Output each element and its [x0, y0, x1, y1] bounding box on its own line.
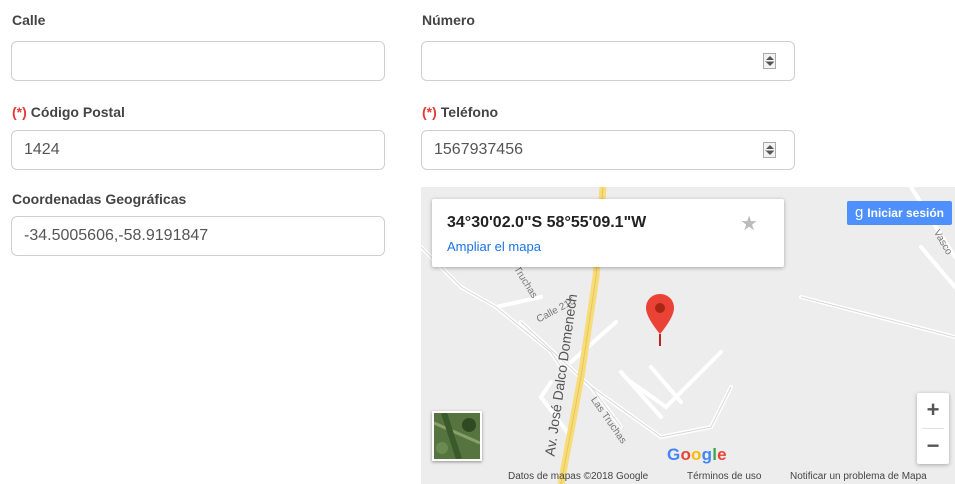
satellite-thumbnail[interactable] — [432, 411, 482, 461]
ampliar-mapa-link[interactable]: Ampliar el mapa — [447, 239, 541, 254]
numero-stepper[interactable] — [763, 53, 776, 69]
calle-input[interactable] — [11, 41, 385, 81]
codigo-postal-input[interactable]: 1424 — [11, 130, 385, 170]
calle-label: Calle — [12, 12, 46, 28]
numero-input[interactable] — [421, 41, 795, 81]
star-icon[interactable]: ★ — [740, 211, 758, 236]
numero-label: Número — [422, 12, 475, 28]
place-info-card: 34°30'02.0"S 58°55'09.1"W Ampliar el map… — [432, 199, 784, 267]
telefono-stepper[interactable] — [763, 142, 776, 158]
zoom-out-button[interactable]: − — [917, 429, 949, 464]
stepper-up-icon[interactable] — [766, 145, 774, 149]
required-mark: (*) — [12, 104, 27, 120]
telefono-label: (*) Teléfono — [422, 104, 499, 120]
google-g-icon: g — [854, 204, 864, 221]
zoom-in-button[interactable]: + — [917, 393, 949, 428]
terms-link[interactable]: Términos de uso — [687, 471, 761, 482]
coordenadas-label: Coordenadas Geográficas — [12, 191, 187, 207]
stepper-down-icon[interactable] — [766, 151, 774, 155]
report-problem-link[interactable]: Notificar un problema de Mapa — [790, 471, 927, 482]
map-embed[interactable]: Las Truchas Calle 215 Av. José Dalco Dom… — [421, 187, 955, 484]
telefono-input[interactable]: 1567937456 — [421, 130, 795, 170]
signin-button[interactable]: g Iniciar sesión — [846, 201, 952, 225]
codigo-postal-label: (*) Código Postal — [12, 104, 125, 120]
coordenadas-input[interactable]: -34.5005606,-58.9191847 — [11, 216, 385, 256]
map-footer: Datos de mapas ©2018 Google Términos de … — [421, 470, 955, 484]
map-pin-icon[interactable] — [646, 294, 674, 351]
coords-title: 34°30'02.0"S 58°55'09.1"W — [447, 214, 647, 231]
zoom-control: + − — [917, 393, 949, 464]
stepper-up-icon[interactable] — [766, 56, 774, 60]
required-mark: (*) — [422, 104, 437, 120]
google-logo: Google — [667, 445, 727, 464]
map-data-attribution: Datos de mapas ©2018 Google — [508, 471, 649, 482]
stepper-down-icon[interactable] — [766, 62, 774, 66]
